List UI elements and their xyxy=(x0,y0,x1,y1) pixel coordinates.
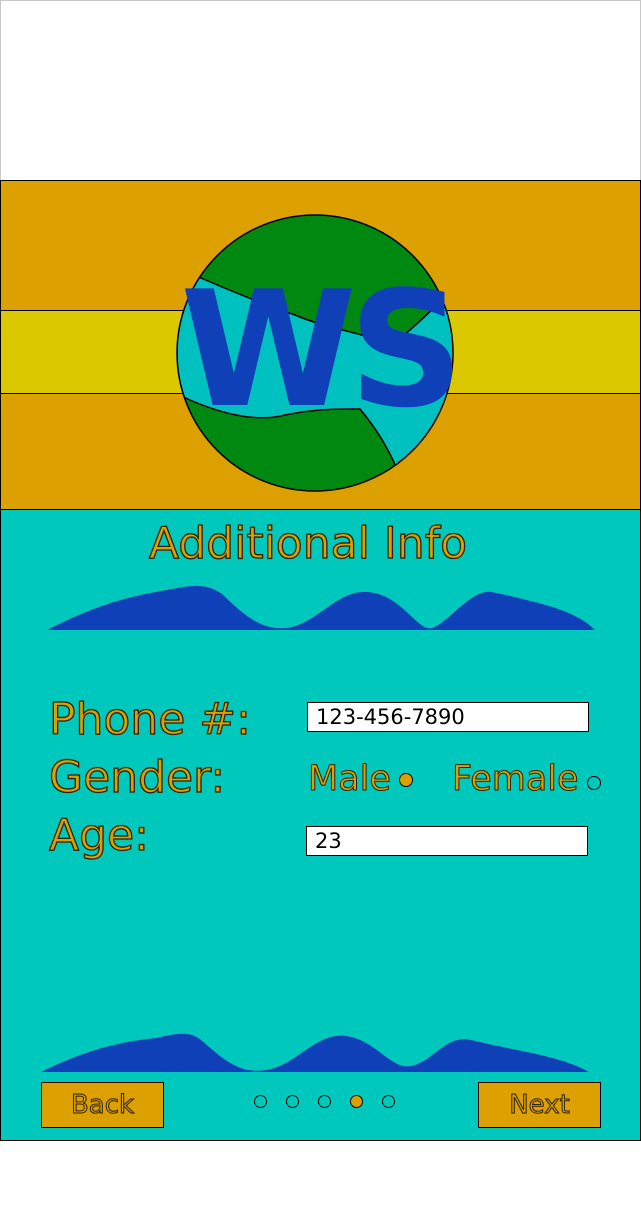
phone-input[interactable]: 123-456-7890 xyxy=(307,702,589,732)
gender-label: Gender: xyxy=(48,751,226,803)
age-label: Age: xyxy=(48,809,149,861)
female-label: Female xyxy=(452,759,580,800)
step-dot xyxy=(382,1095,395,1108)
step-dot xyxy=(350,1095,363,1108)
bottom-wave-decoration xyxy=(41,1033,589,1072)
header-banner: WS xyxy=(1,181,640,510)
phone-label: Phone #: xyxy=(48,693,251,745)
female-radio[interactable] xyxy=(587,776,601,790)
back-button[interactable]: Back xyxy=(41,1082,164,1128)
logo-text: WS xyxy=(180,256,455,443)
step-dot xyxy=(286,1095,299,1108)
male-radio[interactable] xyxy=(399,773,413,787)
next-button[interactable]: Next xyxy=(478,1082,601,1128)
age-input[interactable]: 23 xyxy=(306,826,588,856)
step-dot xyxy=(318,1095,331,1108)
ws-globe-logo: WS xyxy=(176,214,455,492)
app-screen: WS Additional Info Phone #: 123-456-7890… xyxy=(0,180,641,1141)
step-dot xyxy=(254,1095,267,1108)
male-label: Male xyxy=(308,759,392,800)
page-title: Additional Info xyxy=(148,517,468,569)
top-wave-decoration xyxy=(47,585,595,630)
main-panel: Additional Info Phone #: 123-456-7890 Ge… xyxy=(1,510,640,1140)
top-blank-area xyxy=(0,0,641,181)
